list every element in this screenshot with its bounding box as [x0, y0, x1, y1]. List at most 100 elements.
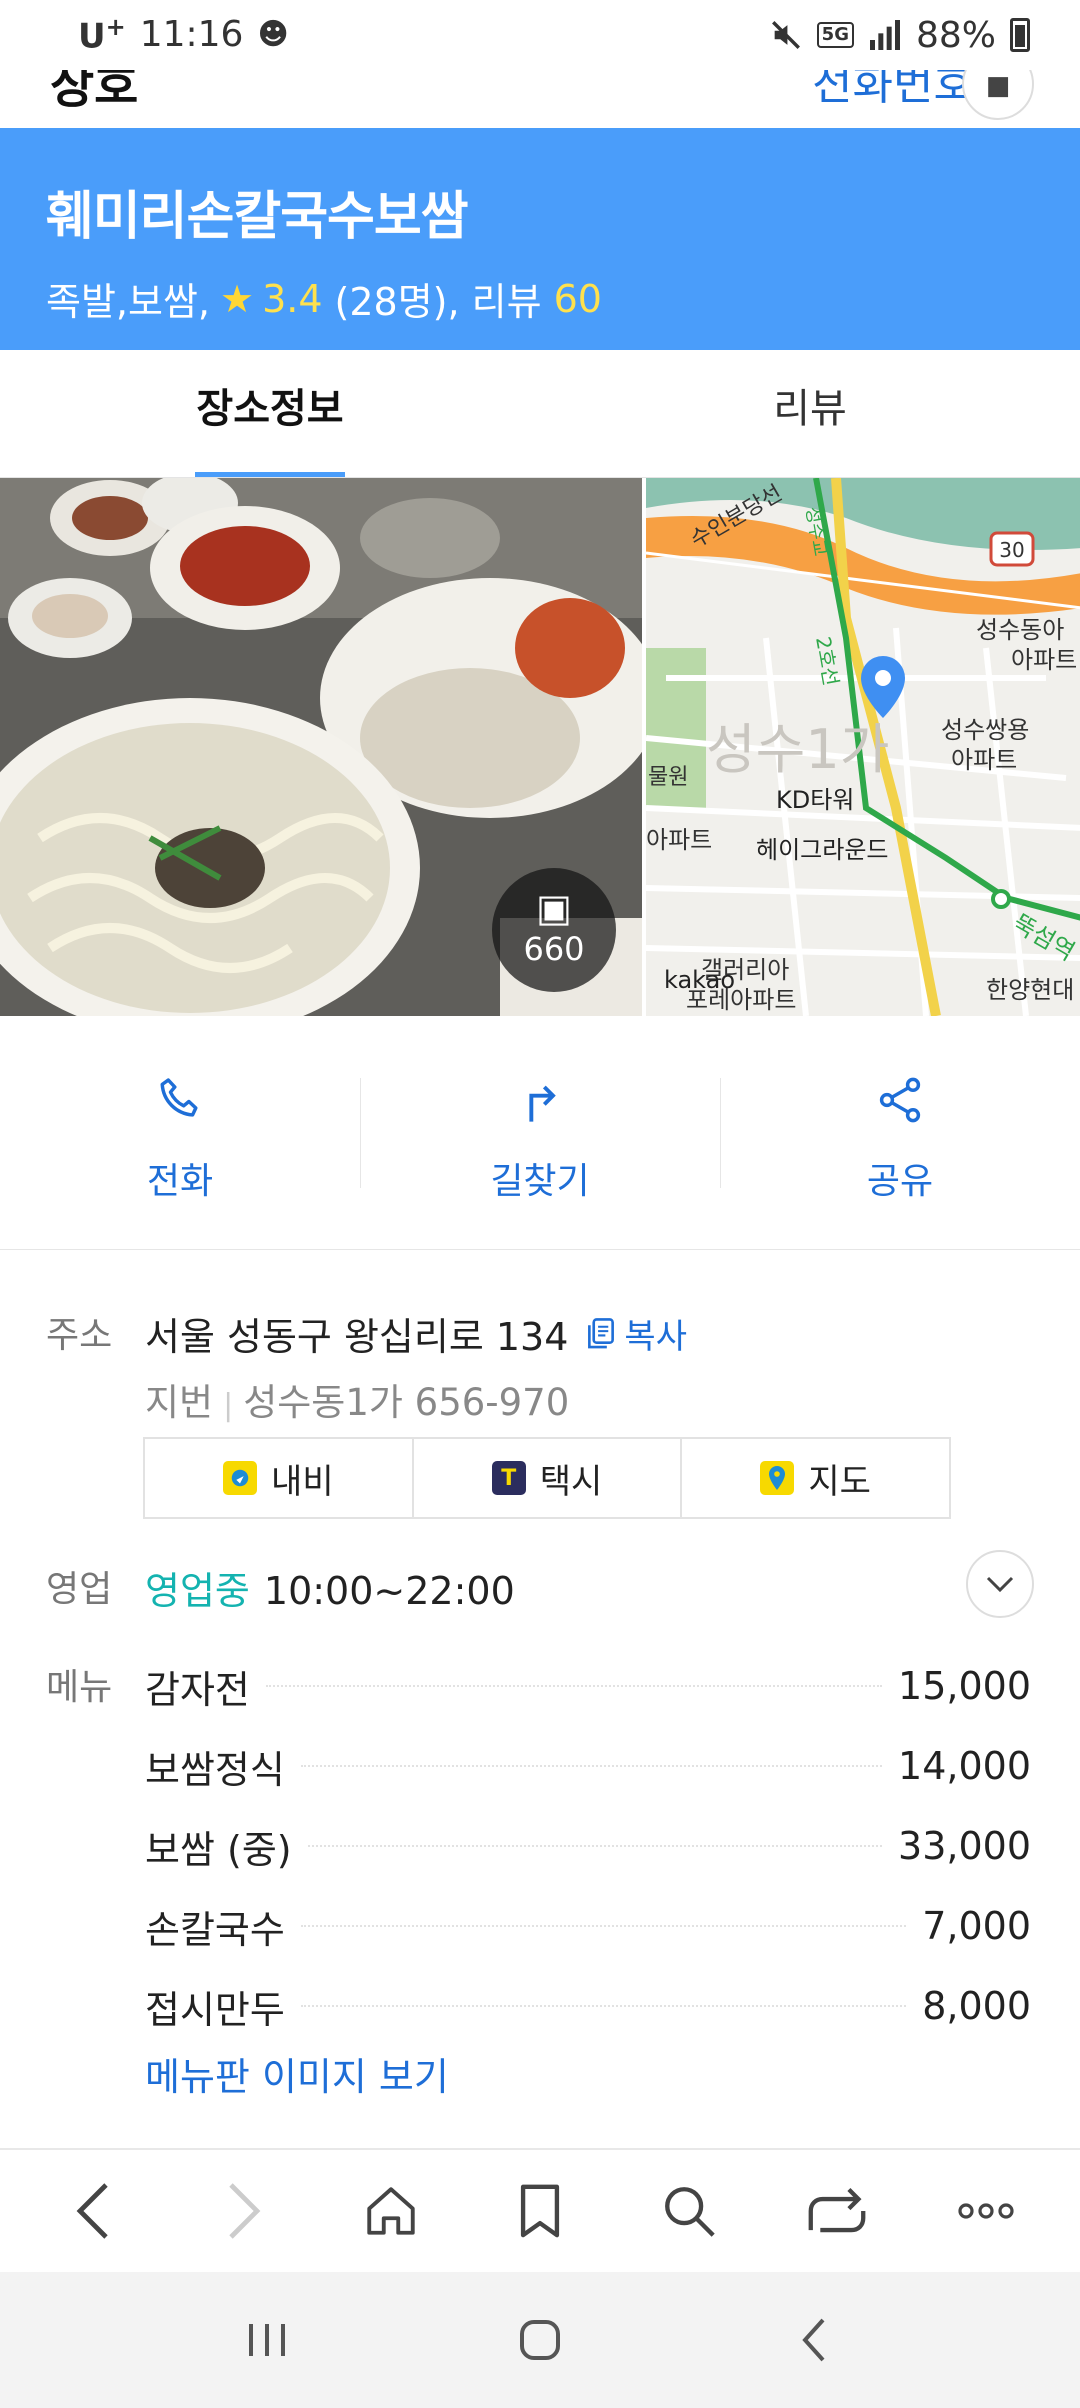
jibun-row: 지번 | 성수동1가 656-970 [145, 1372, 569, 1426]
hours-label: 영업 [46, 1569, 113, 1610]
network-badge: 5G [816, 22, 854, 48]
menu-name: 보쌈정식 [145, 1747, 285, 1792]
more-icon [958, 2203, 1014, 2219]
tab-reviews[interactable]: 리뷰 [540, 350, 1080, 477]
copy-address-button[interactable]: 복사 [586, 1309, 687, 1358]
rating-value: 3.4 [262, 276, 323, 321]
signal-icon [869, 20, 900, 50]
system-nav-bar [0, 2272, 1080, 2408]
chevron-right-icon [229, 2183, 261, 2239]
menu-name: 접시만두 [145, 1987, 285, 2032]
forward-button[interactable] [198, 2166, 288, 2256]
address-text: 서울 성동구 왕십리로 134 [145, 1315, 569, 1359]
svg-text:성수동아: 성수동아 [976, 616, 1064, 644]
recent-apps-icon [248, 2324, 285, 2356]
call-button[interactable]: 전화 [0, 1016, 360, 1249]
review-count[interactable]: 60 [554, 277, 602, 321]
svg-text:kakao: kakao [664, 966, 735, 994]
menu-item: 감자전 15,000 [145, 1646, 1031, 1726]
top-bar: 상호 전화번호 ■ [0, 70, 1080, 128]
food-photo[interactable]: ▣ 660 [0, 478, 642, 1016]
copy-label: 복사 [624, 1317, 687, 1357]
menu-price: 15,000 [898, 1664, 1031, 1708]
browser-toolbar [0, 2148, 1080, 2272]
place-category: 족발,보쌈, [46, 280, 210, 324]
media-section: ▣ 660 30 수인분당선 2호선 성수동아 아파트 성수쌍용 아파트 KD타… [0, 478, 1080, 1016]
share-label: 공유 [866, 1161, 934, 1202]
bookmark-icon [520, 2184, 560, 2238]
bookmark-button[interactable] [495, 2166, 585, 2256]
svg-text:한양현대: 한양현대 [986, 976, 1074, 1004]
system-back-button[interactable] [768, 2295, 858, 2385]
photo-count-badge[interactable]: ▣ 660 [492, 868, 616, 992]
taxi-icon: T [491, 1461, 526, 1495]
taxi-button[interactable]: T 택시 [411, 1439, 681, 1517]
place-header: 훼미리손칼국수보쌈 족발,보쌈, ★ 3.4 (28명), 리뷰 60 [0, 128, 1080, 350]
message-icon[interactable]: ■ [962, 70, 1034, 120]
chevron-down-icon [986, 1576, 1014, 1593]
menu-item: 손칼국수 7,000 [145, 1886, 1031, 1966]
open-status: 영업중 [145, 1569, 250, 1613]
battery-icon [1010, 18, 1030, 52]
svg-text:물원: 물원 [648, 765, 688, 790]
forward-share-icon [808, 2188, 866, 2233]
share-tab-button[interactable] [792, 2166, 882, 2256]
route-button[interactable]: 길찾기 [360, 1016, 720, 1249]
svg-text:아파트: 아파트 [951, 746, 1017, 774]
hours-text: 10:00~22:00 [263, 1569, 515, 1613]
share-icon [720, 1070, 1080, 1130]
cut-link[interactable]: 전화번호 [812, 70, 974, 112]
copy-icon [588, 1317, 615, 1348]
map-image: 30 수인분당선 2호선 성수동아 아파트 성수쌍용 아파트 KD타워 헤이그라… [645, 478, 1080, 1016]
menu-name: 손칼국수 [145, 1907, 285, 1952]
menu-name: 보쌈 (중) [145, 1827, 292, 1872]
menu-name: 감자전 [145, 1667, 250, 1712]
place-summary: 족발,보쌈, ★ 3.4 (28명), 리뷰 60 [46, 271, 1080, 326]
tab-bar: 장소정보 리뷰 [0, 350, 1080, 478]
action-row: 전화 길찾기 공유 [0, 1016, 1080, 1250]
menu-list: 감자전 15,000 보쌈정식 14,000 보쌈 (중) 33,000 손칼국수 7,… [145, 1646, 1031, 2046]
tab-place-info[interactable]: 장소정보 [0, 350, 540, 477]
back-button[interactable] [49, 2166, 139, 2256]
menu-item: 접시만두 8,000 [145, 1966, 1031, 2046]
navi-label: 내비 [271, 1461, 334, 1502]
route-label: 길찾기 [490, 1161, 590, 1202]
notification-icon: ☻ [257, 17, 289, 53]
mute-icon [771, 21, 800, 49]
menu-price: 8,000 [922, 1984, 1031, 2028]
navi-icon [223, 1461, 258, 1495]
search-button[interactable] [644, 2166, 734, 2256]
system-home-button[interactable] [495, 2295, 585, 2385]
mini-map[interactable]: 30 수인분당선 2호선 성수동아 아파트 성수쌍용 아파트 KD타워 헤이그라… [645, 478, 1080, 1016]
recent-apps-button[interactable] [222, 2295, 312, 2385]
place-title: 훼미리손칼국수보쌈 [46, 187, 469, 247]
svg-text:아파트: 아파트 [1011, 646, 1077, 674]
cut-title: 상호 [50, 70, 139, 114]
taxi-label: 택시 [539, 1461, 603, 1502]
map-route-label: 30 [999, 538, 1024, 562]
camera-icon: ▣ [536, 886, 572, 930]
address-row: 서울 성동구 왕십리로 134 복사 [145, 1306, 687, 1361]
svg-text:성수1가: 성수1가 [706, 718, 889, 781]
share-button[interactable]: 공유 [720, 1016, 1080, 1249]
map-pin-icon [760, 1461, 795, 1495]
hours-expand-button[interactable] [966, 1550, 1034, 1618]
menu-price: 14,000 [898, 1744, 1031, 1788]
phone-icon [0, 1070, 360, 1130]
menu-image-link[interactable]: 메뉴판 이미지 보기 [145, 2046, 449, 2101]
more-button[interactable] [941, 2166, 1031, 2256]
navi-button[interactable]: 내비 [145, 1439, 412, 1517]
chevron-left-icon [76, 2183, 108, 2239]
menu-item: 보쌈정식 14,000 [145, 1726, 1031, 1806]
svg-text:KD타워: KD타워 [776, 786, 854, 814]
back-chevron-icon [802, 2318, 825, 2362]
rating-count: (28명), 리뷰 [334, 280, 542, 324]
map-label: 지도 [808, 1461, 871, 1502]
search-icon [664, 2187, 715, 2237]
svg-text:성수쌍용: 성수쌍용 [941, 716, 1029, 744]
jibun-text: 성수동1가 656-970 [243, 1381, 570, 1424]
clock: 11:16 [139, 14, 244, 56]
call-label: 전화 [146, 1161, 214, 1202]
map-button[interactable]: 지도 [680, 1439, 949, 1517]
home-button[interactable] [346, 2166, 436, 2256]
